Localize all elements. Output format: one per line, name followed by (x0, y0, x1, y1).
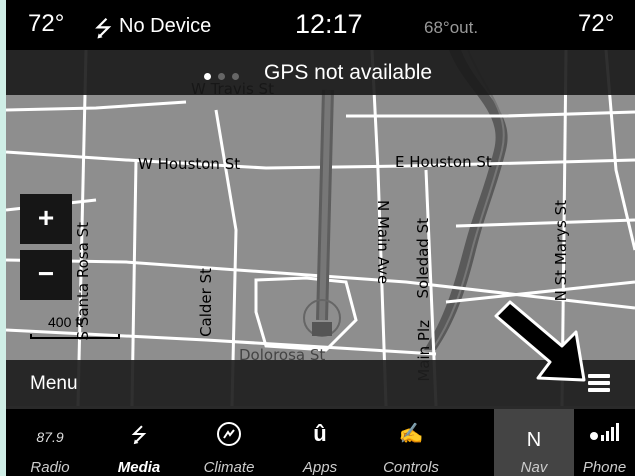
bottom-nav-bar: 87.9 Radio ⭍ Media Climate û Apps ✍ Cont… (6, 406, 635, 476)
nav-nav[interactable]: N Nav (494, 409, 574, 476)
phone-signal-icon (574, 421, 635, 449)
nav-radio[interactable]: 87.9 Radio (6, 409, 94, 476)
map-label-e-houston: E Houston St (395, 153, 492, 171)
plaza-loop (254, 276, 358, 352)
zoom-in-button[interactable]: + (20, 194, 72, 244)
gps-status-text: GPS not available (264, 61, 433, 84)
uconnect-icon: û (313, 421, 327, 446)
map-label-st-marys: N St Marys St (552, 200, 570, 301)
pointer-arrow-shape (494, 300, 586, 382)
nav-controls[interactable]: ✍ Controls (366, 409, 456, 476)
map-label-soledad: Soledad St (414, 218, 432, 299)
driver-temp[interactable]: 72° (28, 10, 64, 38)
nav-climate-label: Climate (203, 459, 255, 476)
loading-dots-icon (204, 67, 264, 80)
nav-climate[interactable]: Climate (184, 409, 274, 476)
infotainment-screen: 72° ⭍ No Device 12:17 68°out. 72° W Hous… (6, 0, 635, 476)
status-bar: 72° ⭍ No Device 12:17 68°out. 72° (6, 0, 635, 50)
map-label-main-ave: N Main Ave (374, 200, 392, 284)
map-scale-label: 400 ft (48, 314, 84, 330)
device-status: No Device (119, 15, 212, 37)
map-label-calder: Calder St (197, 268, 215, 337)
pointer-arrow (494, 300, 586, 382)
controls-icon: ✍ (398, 423, 424, 445)
map-label-w-houston: W Houston St (138, 155, 240, 173)
usb-icon: ⭍ (94, 16, 113, 41)
passenger-temp[interactable]: 72° (578, 10, 614, 38)
nav-phone[interactable]: Phone (574, 409, 635, 476)
nav-phone-label: Phone (582, 459, 627, 476)
clock: 12:17 (295, 9, 363, 39)
street-e1 (445, 280, 635, 304)
nav-controls-label: Controls (383, 459, 439, 476)
compass-icon: N (526, 429, 542, 451)
map-scale-bar (30, 334, 120, 339)
nav-radio-label: Radio (30, 459, 70, 476)
map-scale: 400 ft (30, 314, 120, 342)
nav-apps[interactable]: û Apps (274, 409, 366, 476)
outside-temp: 68°out. (424, 18, 479, 37)
radio-frequency: 87.9 (36, 429, 64, 445)
zoom-out-button[interactable]: − (20, 250, 72, 300)
usb-icon: ⭍ (130, 425, 148, 447)
gps-status-banner: GPS not available (6, 50, 635, 95)
nav-nav-label: Nav (520, 459, 548, 476)
nav-media[interactable]: ⭍ Media (94, 409, 184, 476)
menu-button[interactable]: Menu (30, 373, 78, 395)
travis-st-line (6, 100, 187, 112)
position-marker (312, 322, 332, 336)
nav-apps-label: Apps (302, 459, 338, 476)
nav-media-label: Media (117, 459, 161, 476)
climate-icon (184, 421, 274, 453)
